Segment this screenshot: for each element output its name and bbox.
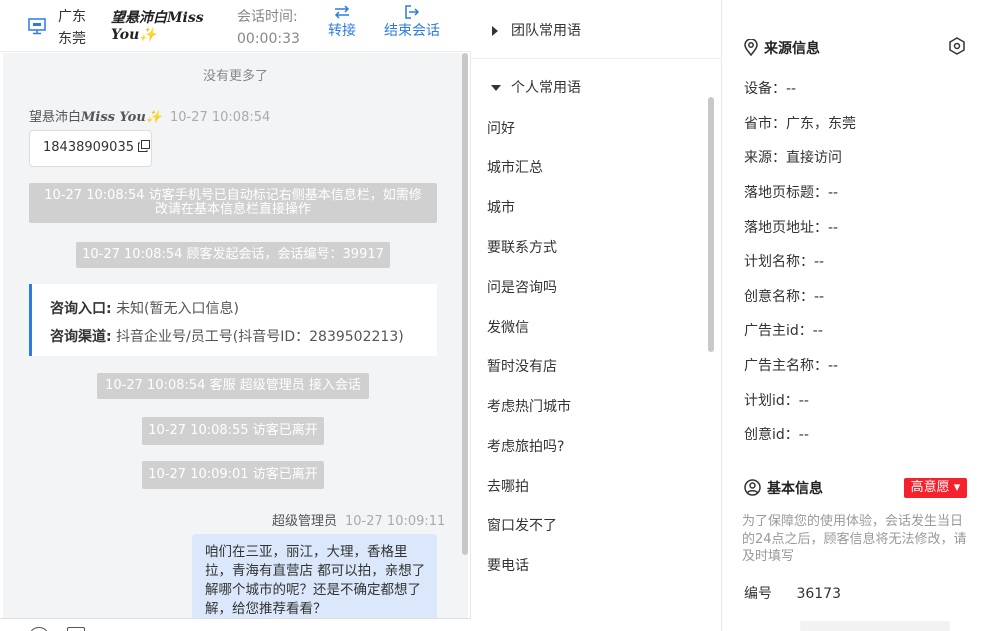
consult-channel-row: 咨询渠道: 抖音企业号/员工号(抖音号ID：2839502213) [50, 323, 437, 351]
end-session-label: 结束会话 [384, 23, 440, 39]
info-input-field[interactable] [800, 621, 950, 631]
system-message: 10-27 10:08:54 顾客发起会话，会话编号：39917 [76, 242, 390, 268]
id-label: 编号 [744, 586, 772, 602]
phrase-item[interactable]: 发微信 [487, 317, 529, 337]
phrase-item[interactable]: 考虑热门城市 [487, 396, 571, 416]
location-pin-icon [744, 38, 758, 57]
source-field: 落地页地址：-- [744, 220, 839, 236]
basic-info-title: 基本信息 [744, 478, 823, 498]
chat-header: 广东 东莞 望悬沛白Miss You✨ 会话时间: 00:00:33 转接 结束… [0, 0, 471, 52]
phone-message: 18438909035 [29, 130, 152, 167]
no-more-text: 没有更多了 [202, 69, 268, 84]
basic-info-label: 基本信息 [767, 481, 823, 497]
id-row: 编号 36173 [744, 583, 841, 603]
source-field: 计划名称：-- [744, 254, 825, 270]
settings-icon[interactable] [948, 37, 966, 55]
session-time-label: 会话时间: [237, 9, 298, 25]
id-value: 36173 [796, 586, 841, 602]
source-info-title: 来源信息 [744, 38, 820, 58]
chat-scrollbar[interactable] [462, 53, 468, 555]
system-message: 10-27 10:08:54 访客手机号已自动标记右侧基本信息栏，如需修 改请在… [29, 183, 437, 223]
source-field: 创意id：-- [744, 427, 809, 443]
team-phrases-group[interactable]: 团队常用语 [471, 3, 722, 59]
end-session-button[interactable]: 结束会话 [384, 5, 440, 41]
source-field: 计划id：-- [744, 393, 809, 409]
location-city: 东莞 [58, 31, 86, 47]
system-message: 10-27 10:08:55 访客已离开 [142, 417, 324, 445]
agent-message-meta: 超级管理员 10-27 10:09:11 [272, 510, 445, 529]
phrase-item[interactable]: 问好 [487, 118, 515, 138]
phrase-item[interactable]: 暂时没有店 [487, 356, 557, 376]
intent-tag-dropdown[interactable]: 高意愿 ▾ [904, 478, 967, 498]
caret-down-icon [491, 85, 501, 91]
session-time-value: 00:00:33 [237, 31, 300, 47]
phrase-item[interactable]: 考虑旅拍吗? [487, 436, 564, 456]
consult-entry-value: 未知(暂无入口信息) [116, 301, 239, 317]
system-message: 10-27 10:09:01 访客已离开 [142, 461, 324, 489]
team-phrases-label: 团队常用语 [511, 23, 581, 39]
agent-message-time: 10-27 10:09:11 [345, 514, 446, 529]
phrase-item[interactable]: 城市 [487, 197, 515, 217]
caret-right-icon [492, 26, 498, 36]
personal-phrases-label: 个人常用语 [511, 80, 581, 96]
visitor-name-line2: You✨ [111, 27, 157, 43]
phrase-item[interactable]: 窗口发不了 [487, 515, 557, 535]
edit-hint: 为了保障您的使用体验，会话发生当日的24点之后，顾客信息将无法修改，请及时填写 [742, 514, 967, 564]
visitor-location: 广东 东莞 [58, 6, 86, 50]
phrase-item[interactable]: 城市汇总 [487, 157, 543, 177]
copy-icon[interactable] [138, 140, 151, 152]
source-field: 省市：广东，东莞 [744, 116, 856, 132]
phrase-item[interactable]: 去哪拍 [487, 476, 529, 496]
chat-panel: 广东 东莞 望悬沛白Miss You✨ 会话时间: 00:00:33 转接 结束… [0, 0, 471, 631]
phone-number: 18438909035 [43, 140, 134, 155]
consult-info-card: 咨询入口: 未知(暂无入口信息) 咨询渠道: 抖音企业号/员工号(抖音号ID：2… [29, 284, 437, 356]
image-icon[interactable] [67, 627, 85, 631]
location-province: 广东 [58, 9, 86, 25]
agent-message: 咱们在三亚，丽江，大理，香格里拉，青海有直营店 都可以拍，亲想了解哪个城市的呢？… [192, 534, 437, 618]
transfer-button[interactable]: 转接 [328, 5, 356, 41]
visitor-nick: 望悬沛白 [29, 110, 82, 125]
visitor-info-panel: 来源信息 设备：-- 省市：广东，东莞 来源：直接访问 落地页标题：-- 落地页… [722, 0, 991, 631]
phrase-item[interactable]: 要联系方式 [487, 237, 557, 257]
phrases-scrollbar[interactable] [708, 97, 714, 352]
message-list[interactable]: 没有更多了 望悬沛白Miss You✨ 10-27 10:08:54 184389… [3, 53, 468, 618]
visitor-name: 望悬沛白Miss You✨ [111, 10, 221, 44]
monitor-icon [28, 18, 46, 35]
system-message-line1: 10-27 10:08:54 访客手机号已自动标记右侧基本信息栏，如需修 [44, 188, 422, 203]
visitor-message-meta: 望悬沛白Miss You✨ 10-27 10:08:54 [29, 106, 270, 125]
session-time: 会话时间: 00:00:33 [237, 6, 300, 50]
user-icon [744, 479, 761, 496]
source-field: 落地页标题：-- [744, 185, 839, 201]
source-field: 广告主id：-- [744, 323, 823, 339]
chat-toolbar [0, 618, 471, 631]
system-message-line2: 改请在基本信息栏直接操作 [154, 202, 311, 217]
source-field: 设备：-- [744, 81, 797, 97]
personal-phrases-group[interactable]: 个人常用语 [471, 60, 722, 116]
source-field: 创意名称：-- [744, 289, 825, 305]
exit-icon [405, 5, 420, 19]
transfer-label: 转接 [328, 23, 356, 39]
source-field: 广告主名称：-- [744, 358, 839, 374]
source-info-label: 来源信息 [764, 41, 820, 57]
visitor-message-time: 10-27 10:08:54 [169, 110, 271, 125]
consult-entry-label: 咨询入口: [50, 301, 112, 317]
consult-entry-row: 咨询入口: 未知(暂无入口信息) [50, 295, 437, 323]
transfer-icon [334, 5, 350, 19]
system-message: 10-27 10:08:54 客服 超级管理员 接入会话 [97, 373, 369, 399]
source-field: 来源：直接访问 [744, 150, 842, 166]
agent-nick: 超级管理员 [272, 514, 338, 529]
quick-phrases-panel: 团队常用语 个人常用语 问好 城市汇总 城市 要联系方式 问是咨询吗 发微信 暂… [471, 0, 722, 631]
visitor-nick-fancy: Miss You✨ [81, 110, 162, 125]
consult-channel-label: 咨询渠道: [50, 329, 112, 345]
consult-channel-value: 抖音企业号/员工号(抖音号ID：2839502213) [116, 329, 404, 345]
emoji-icon[interactable] [30, 627, 48, 631]
visitor-name-line1: 望悬沛白Miss [111, 10, 204, 26]
phrase-item[interactable]: 问是咨询吗 [487, 277, 557, 297]
phrase-item[interactable]: 要电话 [487, 555, 529, 575]
